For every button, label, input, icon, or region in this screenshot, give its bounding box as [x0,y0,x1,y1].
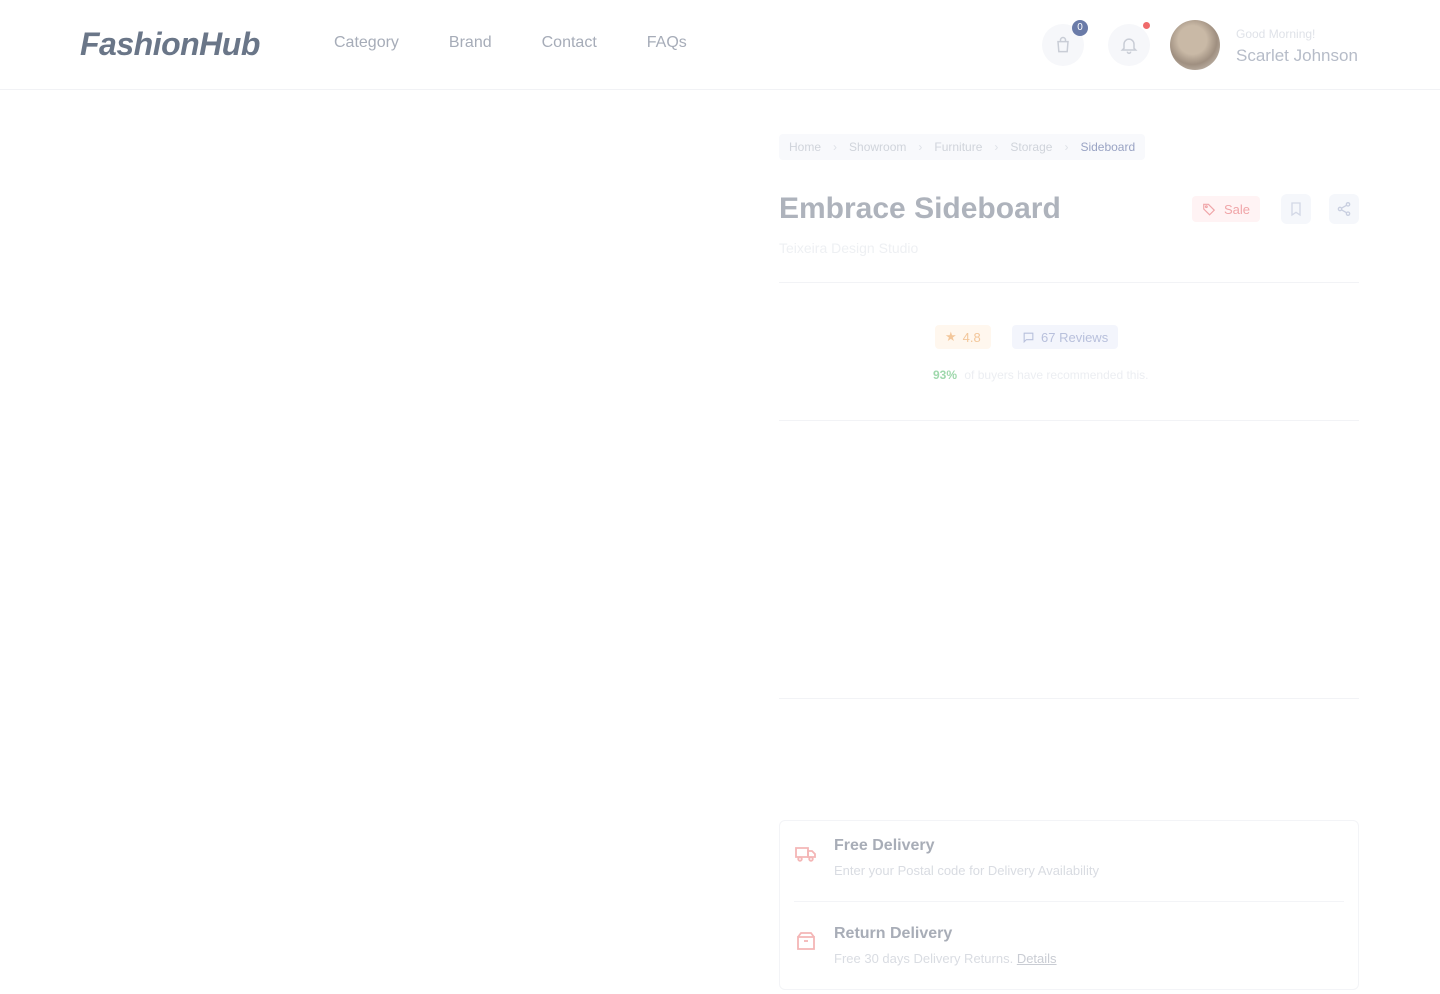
tag-icon [1203,203,1216,216]
return-details-link[interactable]: Details [1017,951,1057,966]
main-nav: Category Brand Contact FAQs [334,34,687,52]
cart-count-badge: 0 [1072,20,1088,36]
chevron-right-icon: › [1064,140,1069,154]
return-delivery-text: Free 30 days Delivery Returns. [834,951,1014,966]
share-button[interactable] [1329,194,1359,224]
rating-value: 4.8 [962,329,981,345]
section-divider [779,282,1359,283]
breadcrumb-showroom[interactable]: Showroom [849,140,906,154]
nav-category[interactable]: Category [334,34,399,52]
share-icon [1337,202,1351,216]
bookmark-icon [1291,202,1301,217]
reviews-count: 67 Reviews [1041,329,1109,345]
breadcrumb: Home › Showroom › Furniture › Storage › … [779,134,1146,160]
chevron-right-icon: › [994,140,999,154]
wishlist-button[interactable] [1281,194,1311,224]
breadcrumb-storage[interactable]: Storage [1010,140,1052,154]
nav-brand[interactable]: Brand [449,34,492,52]
user-avatar[interactable] [1170,20,1220,70]
recommend-text: of buyers have recommended this. [964,368,1149,382]
star-icon: ★ [945,329,957,344]
recommend-percentage: 93% [933,368,958,382]
product-title: Embrace Sideboard [779,192,1061,225]
recommendation-note: 93% of buyers have recommended this. [933,368,1148,382]
delivery-info-panel: Free Delivery Enter your Postal code for… [779,820,1359,990]
chevron-right-icon: › [918,140,923,154]
bell-icon [1120,38,1138,55]
notification-dot [1143,22,1150,29]
return-delivery-description: Free 30 days Delivery Returns. Details [834,951,1057,966]
breadcrumb-furniture[interactable]: Furniture [934,140,982,154]
chevron-right-icon: › [833,140,838,154]
notifications-button[interactable] [1108,22,1150,66]
cart-button[interactable]: 0 [1042,20,1088,66]
user-greeting: Good Morning! [1236,27,1316,41]
return-delivery-title: Return Delivery [834,925,953,942]
brand-logo[interactable]: FashionHub [80,26,260,63]
top-navigation-bar: FashionHub Category Brand Contact FAQs 0… [0,0,1440,90]
nav-faqs[interactable]: FAQs [647,34,687,52]
shopping-bag-icon [1057,36,1069,53]
breadcrumb-home[interactable]: Home [789,140,821,154]
nav-contact[interactable]: Contact [542,34,597,52]
chat-icon [1023,332,1034,343]
delivery-row-divider [794,901,1344,902]
sale-badge: Sale [1192,196,1261,222]
reviews-badge[interactable]: 67 Reviews [1012,325,1119,349]
return-box-icon [797,932,815,950]
product-brand: Teixeira Design Studio [779,240,919,256]
rating-badge[interactable]: ★ 4.8 [935,325,991,349]
free-delivery-description[interactable]: Enter your Postal code for Delivery Avai… [834,863,1099,878]
section-divider [779,698,1359,699]
section-divider [779,420,1359,421]
sale-label: Sale [1224,201,1251,217]
free-delivery-title: Free Delivery [834,837,935,854]
breadcrumb-sideboard: Sideboard [1080,140,1136,154]
truck-icon [795,847,816,862]
user-name[interactable]: Scarlet Johnson [1236,46,1358,66]
